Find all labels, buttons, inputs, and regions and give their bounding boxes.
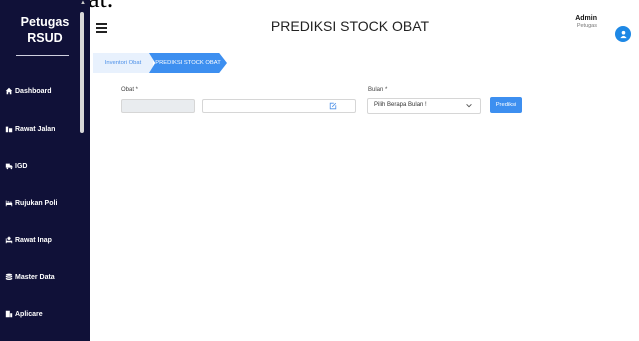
bulan-select[interactable]: Pilih Berapa Bulan ! (367, 98, 481, 114)
user-name: Admin (575, 15, 597, 22)
sidebar-item-dashboard[interactable]: Dashboard (5, 83, 52, 99)
bulan-label: Bulan * (368, 87, 388, 93)
scrollbar-thumb[interactable] (80, 12, 84, 133)
sidebar-item-label: Aplicare (15, 310, 43, 318)
sidebar-scrollbar[interactable]: ▲ (80, 0, 86, 138)
database-icon (5, 273, 13, 281)
chevron-down-icon (466, 103, 472, 108)
sidebar-item-master-data[interactable]: Master Data (5, 269, 55, 285)
home-icon (5, 87, 13, 95)
sidebar-item-rujukan-poli[interactable]: Rujukan Poli (5, 195, 57, 211)
clinic-icon (5, 126, 13, 133)
sidebar-item-label: Rawat Jalan (15, 125, 56, 133)
menu-toggle-icon[interactable] (96, 23, 107, 33)
sidebar-item-label: Rujukan Poli (15, 199, 58, 207)
obat-code-field[interactable] (121, 99, 195, 113)
sidebar-item-igd[interactable]: IGD (5, 158, 27, 174)
obat-label: Obat * (121, 87, 139, 93)
bed-icon (5, 200, 13, 207)
hospital-bed-icon (5, 236, 13, 244)
sidebar-item-rawat-inap[interactable]: Rawat Inap (5, 232, 52, 248)
sidebar: Petugas RSUD ▲ Dashboard Rawat Jalan IGD… (0, 0, 90, 341)
sidebar-item-rawat-jalan[interactable]: Rawat Jalan (5, 121, 55, 137)
breadcrumb-current: PREDIKSI STOCK OBAT (149, 53, 227, 73)
building-icon (5, 310, 13, 318)
sidebar-item-label: Dashboard (15, 87, 52, 95)
prediksi-button[interactable]: Prediksi (490, 97, 522, 113)
bulan-selected-value: Pilih Berapa Bulan ! (374, 102, 427, 108)
sidebar-item-label: Rawat Inap (15, 236, 52, 244)
user-role: Petugas (576, 23, 597, 29)
edit-icon[interactable] (329, 102, 337, 110)
scroll-up-arrow-icon[interactable]: ▲ (80, 0, 86, 6)
user-icon (619, 30, 627, 38)
sidebar-item-aplicare[interactable]: Aplicare (5, 306, 43, 322)
ambulance-icon (5, 163, 13, 170)
brand-divider (16, 55, 69, 56)
obat-name-field[interactable] (202, 99, 356, 113)
sidebar-item-label: IGD (15, 162, 28, 170)
sidebar-brand: Petugas RSUD (20, 15, 70, 45)
user-info[interactable]: Admin Petugas (575, 15, 597, 29)
breadcrumb-inventori-obat[interactable]: Inventori Obat (93, 53, 153, 73)
sidebar-item-label: Master Data (15, 273, 55, 281)
avatar[interactable] (615, 26, 631, 42)
